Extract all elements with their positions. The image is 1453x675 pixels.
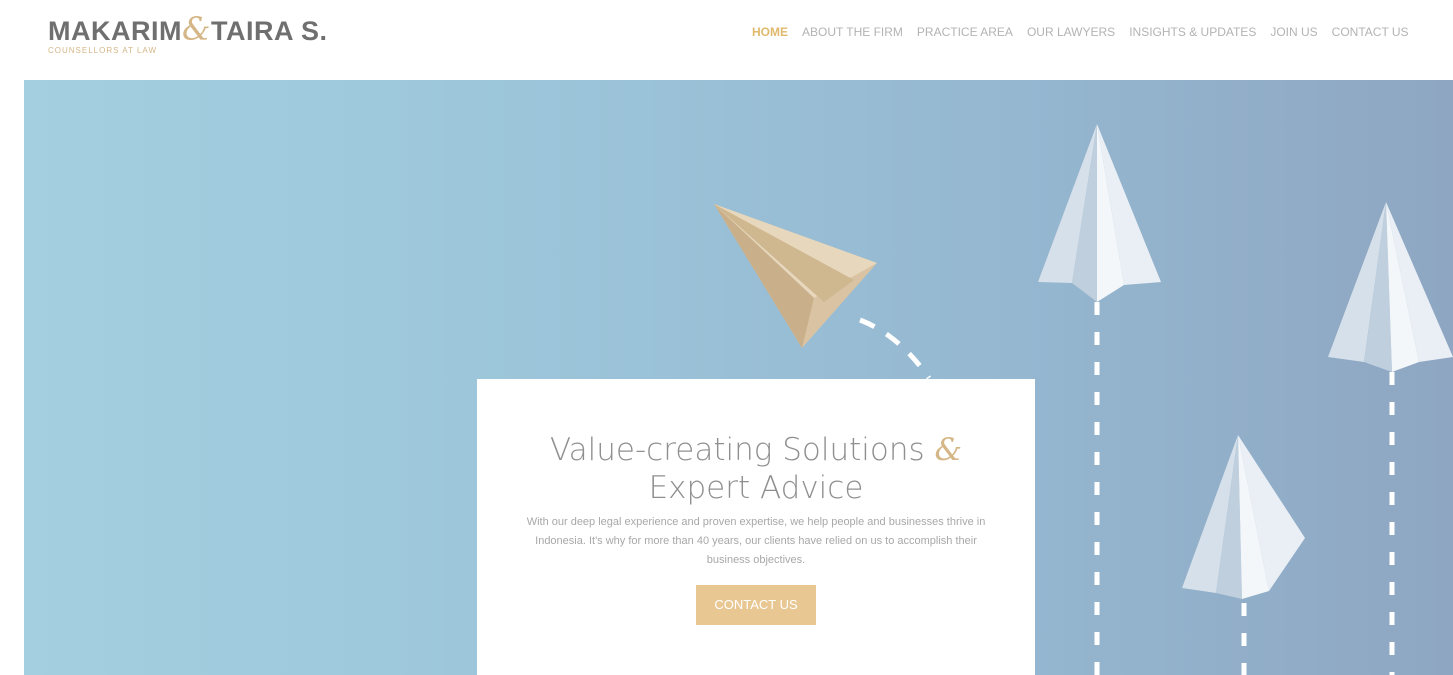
nav-practice-area[interactable]: PRACTICE AREA	[917, 25, 1013, 39]
logo-ampersand: &	[181, 10, 211, 48]
logo-name-part1: MAKARIM	[48, 16, 182, 46]
logo-name-part2: TAIRA S.	[210, 16, 328, 46]
nav-contact-us[interactable]: CONTACT US	[1332, 25, 1409, 39]
site-header: MAKARIM&TAIRA S. COUNSELLORS AT LAW HOME…	[0, 0, 1453, 80]
paper-plane-gold-icon	[714, 204, 877, 348]
hero-title-line1: Value-creating Solutions	[549, 432, 925, 468]
nav-insights-updates[interactable]: INSIGHTS & UPDATES	[1129, 25, 1256, 39]
hero-title: Value-creating Solutions & Expert Advice	[477, 431, 1035, 507]
contact-us-button[interactable]: CONTACT US	[696, 585, 816, 625]
hero-description: With our deep legal experience and prove…	[526, 516, 986, 566]
dashed-trail-curve	[859, 317, 932, 380]
paper-plane-white-icon	[1038, 124, 1161, 302]
paper-plane-white-icon	[1182, 435, 1305, 599]
page: MAKARIM&TAIRA S. COUNSELLORS AT LAW HOME…	[0, 0, 1453, 675]
nav-our-lawyers[interactable]: OUR LAWYERS	[1027, 25, 1115, 39]
hero-title-line2: Expert Advice	[648, 470, 864, 506]
paper-plane-white-icon	[1328, 202, 1453, 372]
nav-home[interactable]: HOME	[752, 25, 788, 39]
logo[interactable]: MAKARIM&TAIRA S. COUNSELLORS AT LAW	[48, 13, 328, 56]
hero-title-ampersand: &	[934, 432, 963, 468]
logo-wordmark: MAKARIM&TAIRA S.	[48, 13, 328, 46]
nav-about-the-firm[interactable]: ABOUT THE FIRM	[802, 25, 903, 39]
nav-join-us[interactable]: JOIN US	[1270, 25, 1317, 39]
main-nav: HOME ABOUT THE FIRM PRACTICE AREA OUR LA…	[752, 25, 1453, 39]
hero-card: Value-creating Solutions & Expert Advice…	[477, 379, 1035, 675]
